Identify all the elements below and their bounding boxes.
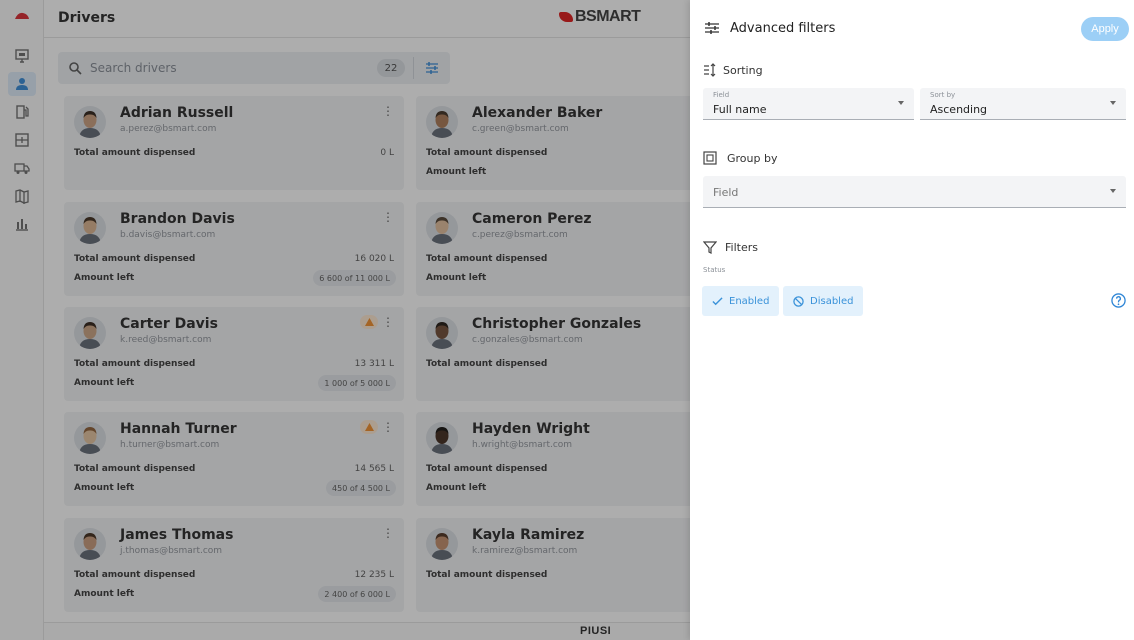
- sort-field-select[interactable]: Field Full name: [703, 88, 914, 120]
- enabled-label: Enabled: [729, 295, 770, 307]
- chevron-down-icon: [1110, 101, 1116, 105]
- check-icon: [712, 296, 723, 305]
- filter-icon: [703, 241, 717, 254]
- status-label: Status: [703, 266, 726, 274]
- sort-order-label: Sort by: [930, 91, 956, 99]
- group-by-select[interactable]: Field: [703, 176, 1126, 208]
- advanced-filters-drawer: Advanced filters Apply Sorting Field Ful…: [690, 0, 1134, 640]
- filters-heading: Filters: [725, 241, 758, 254]
- sort-icon: [704, 63, 716, 77]
- sort-field-value: Full name: [713, 103, 767, 116]
- app: Drivers BSMART Search drivers 22 Adrian …: [0, 0, 1134, 640]
- modal-overlay[interactable]: [0, 0, 690, 640]
- sort-order-value: Ascending: [930, 103, 988, 116]
- apply-button[interactable]: Apply: [1081, 17, 1129, 41]
- chevron-down-icon: [898, 101, 904, 105]
- chevron-down-icon: [1110, 189, 1116, 193]
- group-by-placeholder: Field: [713, 186, 739, 199]
- drawer-title: Advanced filters: [730, 21, 836, 36]
- tune-icon: [705, 22, 719, 34]
- group-by-heading: Group by: [727, 152, 778, 165]
- status-disabled-chip[interactable]: Disabled: [783, 286, 864, 316]
- sort-order-select[interactable]: Sort by Ascending: [920, 88, 1126, 120]
- status-enabled-chip[interactable]: Enabled: [702, 286, 780, 316]
- sort-field-label: Field: [713, 91, 730, 99]
- help-icon[interactable]: [1111, 293, 1126, 308]
- group-icon: [703, 151, 717, 165]
- block-icon: [793, 295, 804, 307]
- sorting-heading: Sorting: [723, 64, 763, 77]
- disabled-label: Disabled: [810, 295, 854, 307]
